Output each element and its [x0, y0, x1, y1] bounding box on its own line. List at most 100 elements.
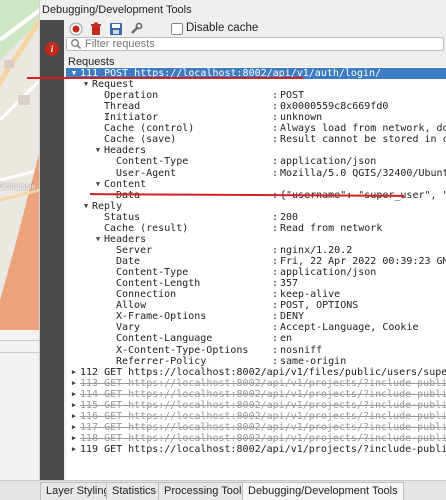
- request-row[interactable]: ▶ 116 GET https://localhost:8002/api/v1/p…: [66, 411, 446, 422]
- tree-key: Content-Language: [116, 333, 213, 345]
- request-row[interactable]: ▶ 112 GET https://localhost:8002/api/v1/f…: [66, 367, 446, 378]
- tree-value: nginx/1.20.2: [280, 244, 353, 256]
- tree-key: 113 GET https://localhost:8002/api/v1/pr…: [80, 377, 446, 389]
- info-icon[interactable]: i: [45, 42, 59, 56]
- collapse-arrow-icon[interactable]: ▶: [70, 378, 78, 389]
- tree-value: Read from network: [280, 222, 383, 234]
- requests-tree[interactable]: ▼ 111 POST https://localhost:8002/api/v1/…: [66, 67, 446, 481]
- reply-field[interactable]: Status:200: [66, 212, 446, 223]
- request-content-section[interactable]: ▼ Content: [66, 179, 446, 190]
- tab-debugging-development-tools[interactable]: Debugging/Development Tools: [242, 482, 404, 500]
- tree-value: Always load from network, do no: [280, 123, 446, 135]
- expand-arrow-icon[interactable]: ▼: [94, 234, 102, 245]
- reply-headers-section[interactable]: ▼ Headers: [66, 234, 446, 245]
- request-field[interactable]: Cache (control): Always load from network…: [66, 123, 446, 134]
- reply-header[interactable]: Connection: keep-alive: [66, 289, 446, 300]
- tree-value: Result cannot be stored in cache: [280, 134, 446, 146]
- reply-header[interactable]: X-Frame-Options: DENY: [66, 311, 446, 322]
- collapse-arrow-icon[interactable]: ▶: [70, 367, 78, 378]
- tree-separator: :: [272, 211, 279, 223]
- tree-separator: :: [272, 322, 279, 334]
- tree-key: Referrer-Policy: [116, 355, 207, 367]
- tree-separator: :: [272, 134, 279, 146]
- tab-layer-styling[interactable]: Layer Styling: [40, 482, 116, 500]
- tree-value: Accept-Language, Cookie: [280, 322, 419, 334]
- request-header[interactable]: Content-Type: application/json: [66, 156, 446, 167]
- expand-arrow-icon[interactable]: ▼: [82, 201, 90, 212]
- request-row[interactable]: ▶ 114 GET https://localhost:8002/api/v1/p…: [66, 389, 446, 400]
- settings-icon[interactable]: [128, 21, 144, 37]
- disable-cache-checkbox[interactable]: [171, 23, 183, 35]
- reply-header[interactable]: Date: Fri, 22 Apr 2022 00:39:23 GMT: [66, 256, 446, 267]
- collapse-arrow-icon[interactable]: ▶: [70, 400, 78, 411]
- request-headers-section[interactable]: ▼ Headers: [66, 145, 446, 156]
- tree-separator: :: [272, 222, 279, 234]
- reply-header[interactable]: X-Content-Type-Options: nosniff: [66, 345, 446, 356]
- tree-key: User-Agent: [116, 167, 177, 179]
- tree-separator: :: [272, 101, 279, 113]
- tree-key: 116 GET https://localhost:8002/api/v1/pr…: [80, 410, 446, 422]
- request-row[interactable]: ▶ 113 GET https://localhost:8002/api/v1/p…: [66, 378, 446, 389]
- reply-field[interactable]: Cache (result): Read from network: [66, 223, 446, 234]
- collapse-arrow-icon[interactable]: ▶: [70, 433, 78, 444]
- reply-header[interactable]: Server: nginx/1.20.2: [66, 245, 446, 256]
- expand-arrow-icon[interactable]: ▼: [94, 179, 102, 190]
- filter-input[interactable]: [85, 38, 425, 50]
- record-icon[interactable]: [68, 21, 84, 37]
- collapse-arrow-icon[interactable]: ▶: [70, 444, 78, 455]
- tree-key: 119 GET https://localhost:8002/api/v1/pr…: [80, 444, 446, 456]
- tree-key: Content: [104, 178, 147, 190]
- tree-key: Date: [116, 256, 141, 268]
- reply-header[interactable]: Content-Language: en: [66, 333, 446, 344]
- map-canvas[interactable]: Ochaussie: [0, 0, 40, 330]
- expand-arrow-icon[interactable]: ▼: [94, 145, 102, 156]
- tree-separator: :: [272, 278, 279, 290]
- toolbar: Disable cache: [64, 20, 446, 38]
- tree-value: POST: [280, 90, 305, 102]
- request-section[interactable]: ▼ Request: [66, 79, 446, 90]
- tree-separator: :: [272, 167, 279, 179]
- tree-key: Initiator: [104, 112, 159, 124]
- tab-statistics[interactable]: Statistics: [106, 482, 163, 500]
- request-field[interactable]: Cache (save): Result cannot be stored in …: [66, 134, 446, 145]
- collapse-arrow-icon[interactable]: ▶: [70, 389, 78, 400]
- tree-separator: :: [272, 355, 279, 367]
- reply-section[interactable]: ▼ Reply: [66, 201, 446, 212]
- tree-separator: :: [272, 344, 279, 356]
- tree-separator: :: [272, 300, 279, 312]
- request-row[interactable]: ▶ 119 GET https://localhost:8002/api/v1/p…: [66, 444, 446, 455]
- tree-key: X-Frame-Options: [116, 311, 207, 323]
- reply-header[interactable]: Content-Length:357: [66, 278, 446, 289]
- request-row[interactable]: ▶ 115 GET https://localhost:8002/api/v1/p…: [66, 400, 446, 411]
- clear-icon[interactable]: [88, 21, 104, 37]
- request-row[interactable]: ▶ 118 GET https://localhost:8002/api/v1/p…: [66, 433, 446, 444]
- tree-key: Operation: [104, 90, 159, 102]
- search-icon: [70, 38, 82, 53]
- disable-cache-label[interactable]: Disable cache: [186, 22, 258, 34]
- tree-separator: :: [272, 244, 279, 256]
- filter-field[interactable]: [66, 37, 444, 51]
- request-header[interactable]: User-Agent: Mozilla/5.0 QGIS/32400/Ubuntu: [66, 168, 446, 179]
- reply-header[interactable]: Referrer-Policy: same-origin: [66, 356, 446, 367]
- tree-key: Thread: [104, 101, 141, 113]
- save-icon[interactable]: [108, 21, 124, 37]
- reply-header[interactable]: Content-Type: application/json: [66, 267, 446, 278]
- request-field[interactable]: Thread:0x0000559c8c669fd0: [66, 101, 446, 112]
- dock-titlebar: Debugging/Development Tools: [40, 0, 446, 20]
- expand-arrow-icon[interactable]: ▼: [82, 79, 90, 90]
- tree-key: 118 GET https://localhost:8002/api/v1/pr…: [80, 432, 446, 444]
- tree-value: application/json: [280, 267, 377, 279]
- tree-separator: :: [272, 267, 279, 279]
- reply-header[interactable]: Vary: Accept-Language, Cookie: [66, 322, 446, 333]
- tree-value: Fri, 22 Apr 2022 00:39:23 GMT: [280, 256, 446, 268]
- reply-header[interactable]: Allow: POST, OPTIONS: [66, 300, 446, 311]
- tree-value: en: [280, 333, 293, 345]
- request-field[interactable]: Operation: POST: [66, 90, 446, 101]
- tree-key: Cache (control): [104, 123, 195, 135]
- collapse-arrow-icon[interactable]: ▶: [70, 422, 78, 433]
- request-field[interactable]: Initiator: unknown: [66, 112, 446, 123]
- request-row[interactable]: ▶ 117 GET https://localhost:8002/api/v1/p…: [66, 422, 446, 433]
- collapse-arrow-icon[interactable]: ▶: [70, 411, 78, 422]
- tree-key: X-Content-Type-Options: [116, 344, 249, 356]
- tree-key: Cache (save): [104, 134, 177, 146]
